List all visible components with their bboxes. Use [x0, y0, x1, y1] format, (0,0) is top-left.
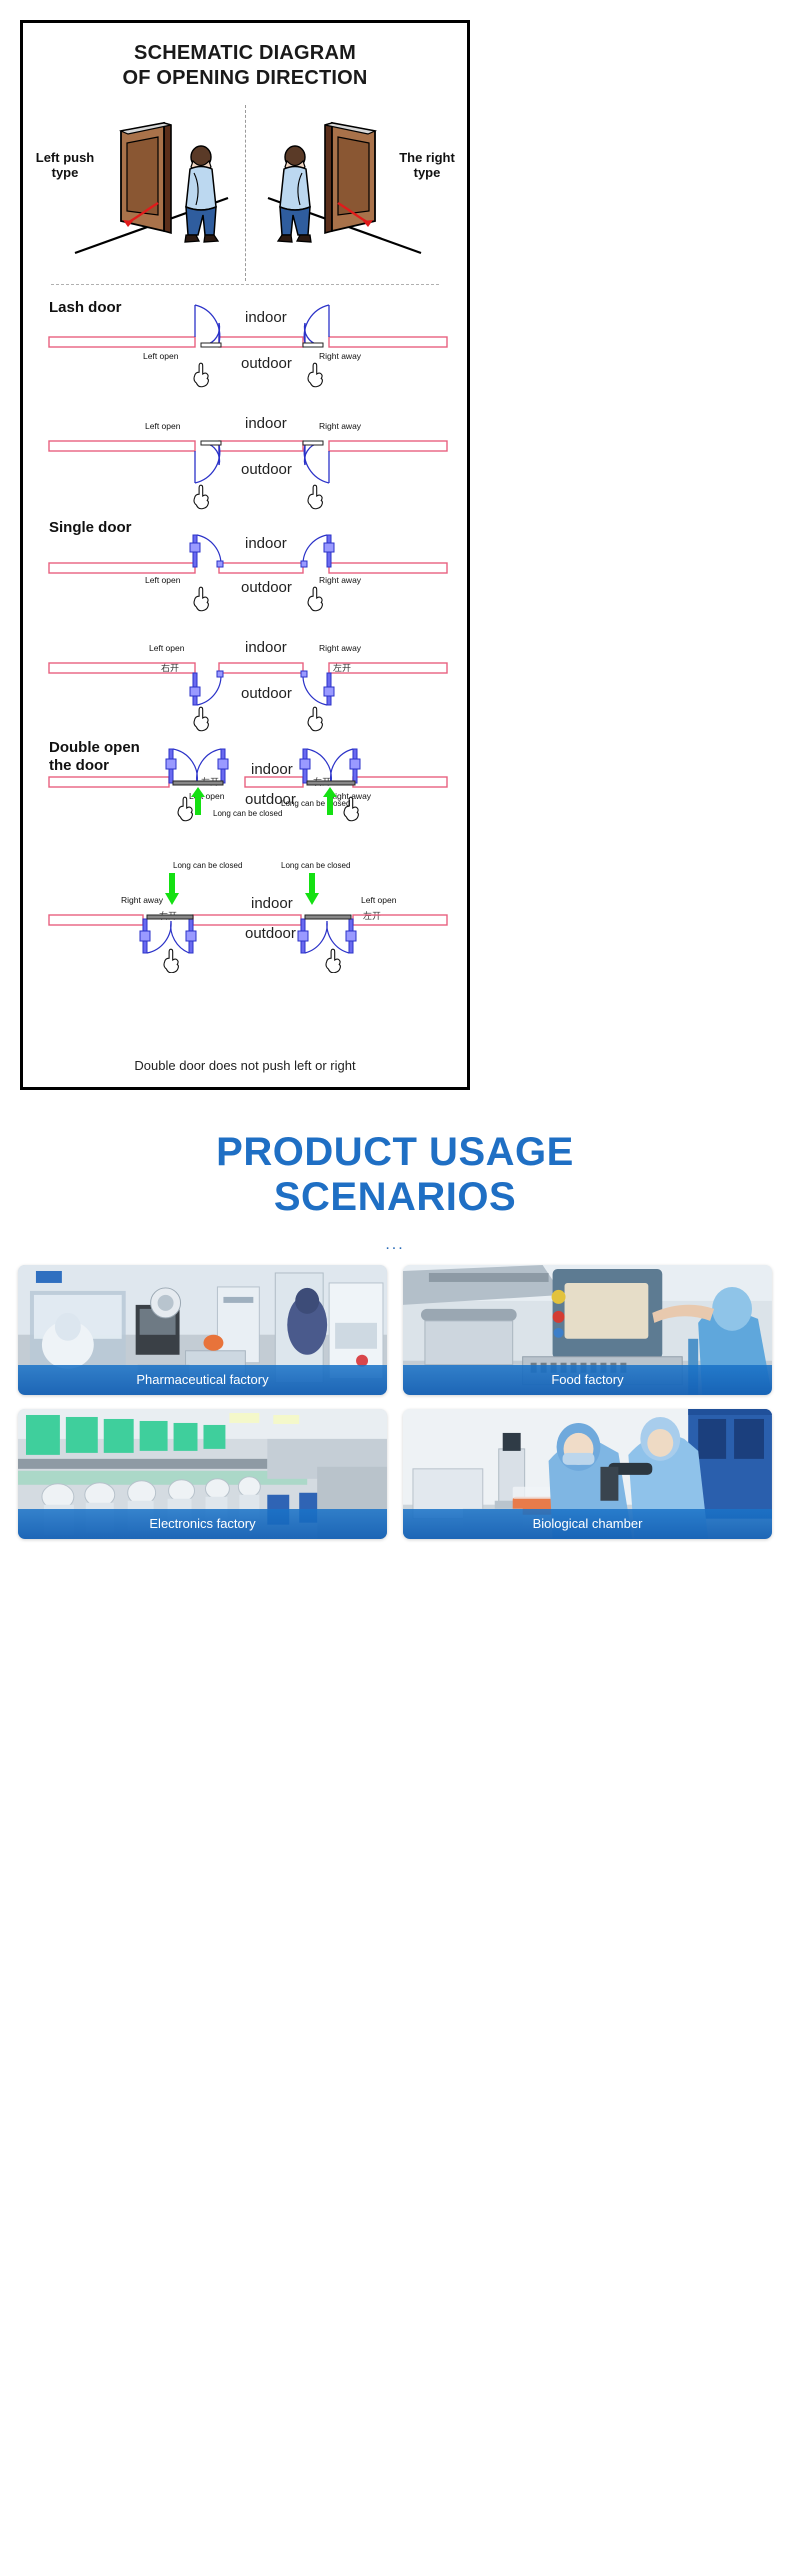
perspective-svg — [74, 121, 422, 255]
hand-cursor-icon — [193, 706, 209, 732]
lash-door-plan-2 — [48, 440, 448, 510]
hand-cursor-icon — [307, 484, 323, 510]
diagram-title-line2: OF OPENING DIRECTION — [122, 67, 368, 89]
person-left — [184, 145, 220, 243]
lash-door-plan-1 — [48, 304, 448, 388]
double-door-plan-1 — [48, 748, 448, 822]
bottom-note: Double door does not push left or right — [134, 1058, 356, 1073]
scenario-card[interactable]: Electronics factory — [18, 1409, 387, 1539]
diagram-title: SCHEMATIC DIAGRAM OF OPENING DIRECTION — [23, 41, 467, 91]
hand-cursor-icon — [307, 586, 323, 612]
plan-row-double-2: indoor outdoor Long can be closed Long c… — [23, 853, 467, 973]
scenarios-title-line2: SCENARIOS — [273, 1174, 517, 1219]
hand-cursor-icon — [193, 586, 209, 612]
hand-cursor-icon — [193, 484, 209, 510]
hand-cursor-icon — [325, 948, 341, 973]
hand-cursor-icon — [307, 706, 323, 732]
green-down-arrow-icon — [305, 873, 319, 905]
scenario-card-caption: Electronics factory — [18, 1509, 387, 1539]
scenario-card[interactable]: Pharmaceutical factory — [18, 1265, 387, 1395]
scenarios-dots: ... — [385, 1236, 405, 1253]
schematic-diagram-panel: SCHEMATIC DIAGRAM OF OPENING DIRECTION L… — [20, 20, 470, 1090]
green-up-arrow-icon — [191, 787, 205, 815]
person-right — [276, 145, 312, 243]
green-down-arrow-icon — [165, 873, 179, 905]
hand-cursor-icon — [343, 796, 359, 822]
hand-cursor-icon — [163, 948, 179, 973]
single-door-plan-2 — [48, 662, 448, 732]
perspective-illustration: Left push type The right type — [23, 103, 467, 293]
scenarios-title: PRODUCT USAGE SCENARIOS — [0, 1130, 790, 1220]
scenario-cards-grid: Pharmaceutical factory Food factory Elec… — [18, 1265, 772, 1539]
scenarios-title-line1: PRODUCT USAGE — [216, 1130, 574, 1174]
plan-row-lash-2: indoor outdoor Left open Right away — [23, 403, 467, 513]
right-door-scene — [267, 121, 422, 255]
single-door-plan-1 — [48, 534, 448, 612]
green-up-arrow-icon — [323, 787, 337, 815]
hand-cursor-icon — [177, 796, 193, 822]
plan-row-single-2: indoor outdoor Left open 右开 Right away 左… — [23, 623, 467, 733]
scenario-card-caption: Pharmaceutical factory — [18, 1365, 387, 1395]
plan-row-double-1: Double open the door indoor outdoor 左开 L… — [23, 733, 467, 853]
double-door-plan-2 — [48, 873, 448, 973]
scenario-card[interactable]: Food factory — [403, 1265, 772, 1395]
scenario-card-caption: Biological chamber — [403, 1509, 772, 1539]
hand-cursor-icon — [193, 362, 209, 388]
plan-row-single-1: Single door indoor outdoor Left open Rig… — [23, 513, 467, 623]
diagram-title-line1: SCHEMATIC DIAGRAM — [134, 42, 356, 64]
plan-row-lash-1: Lash door indoor outdoor Left open Right… — [23, 293, 467, 403]
scenario-card-caption: Food factory — [403, 1365, 772, 1395]
hand-cursor-icon — [307, 362, 323, 388]
left-door-scene — [74, 121, 229, 255]
scenario-card[interactable]: Biological chamber — [403, 1409, 772, 1539]
